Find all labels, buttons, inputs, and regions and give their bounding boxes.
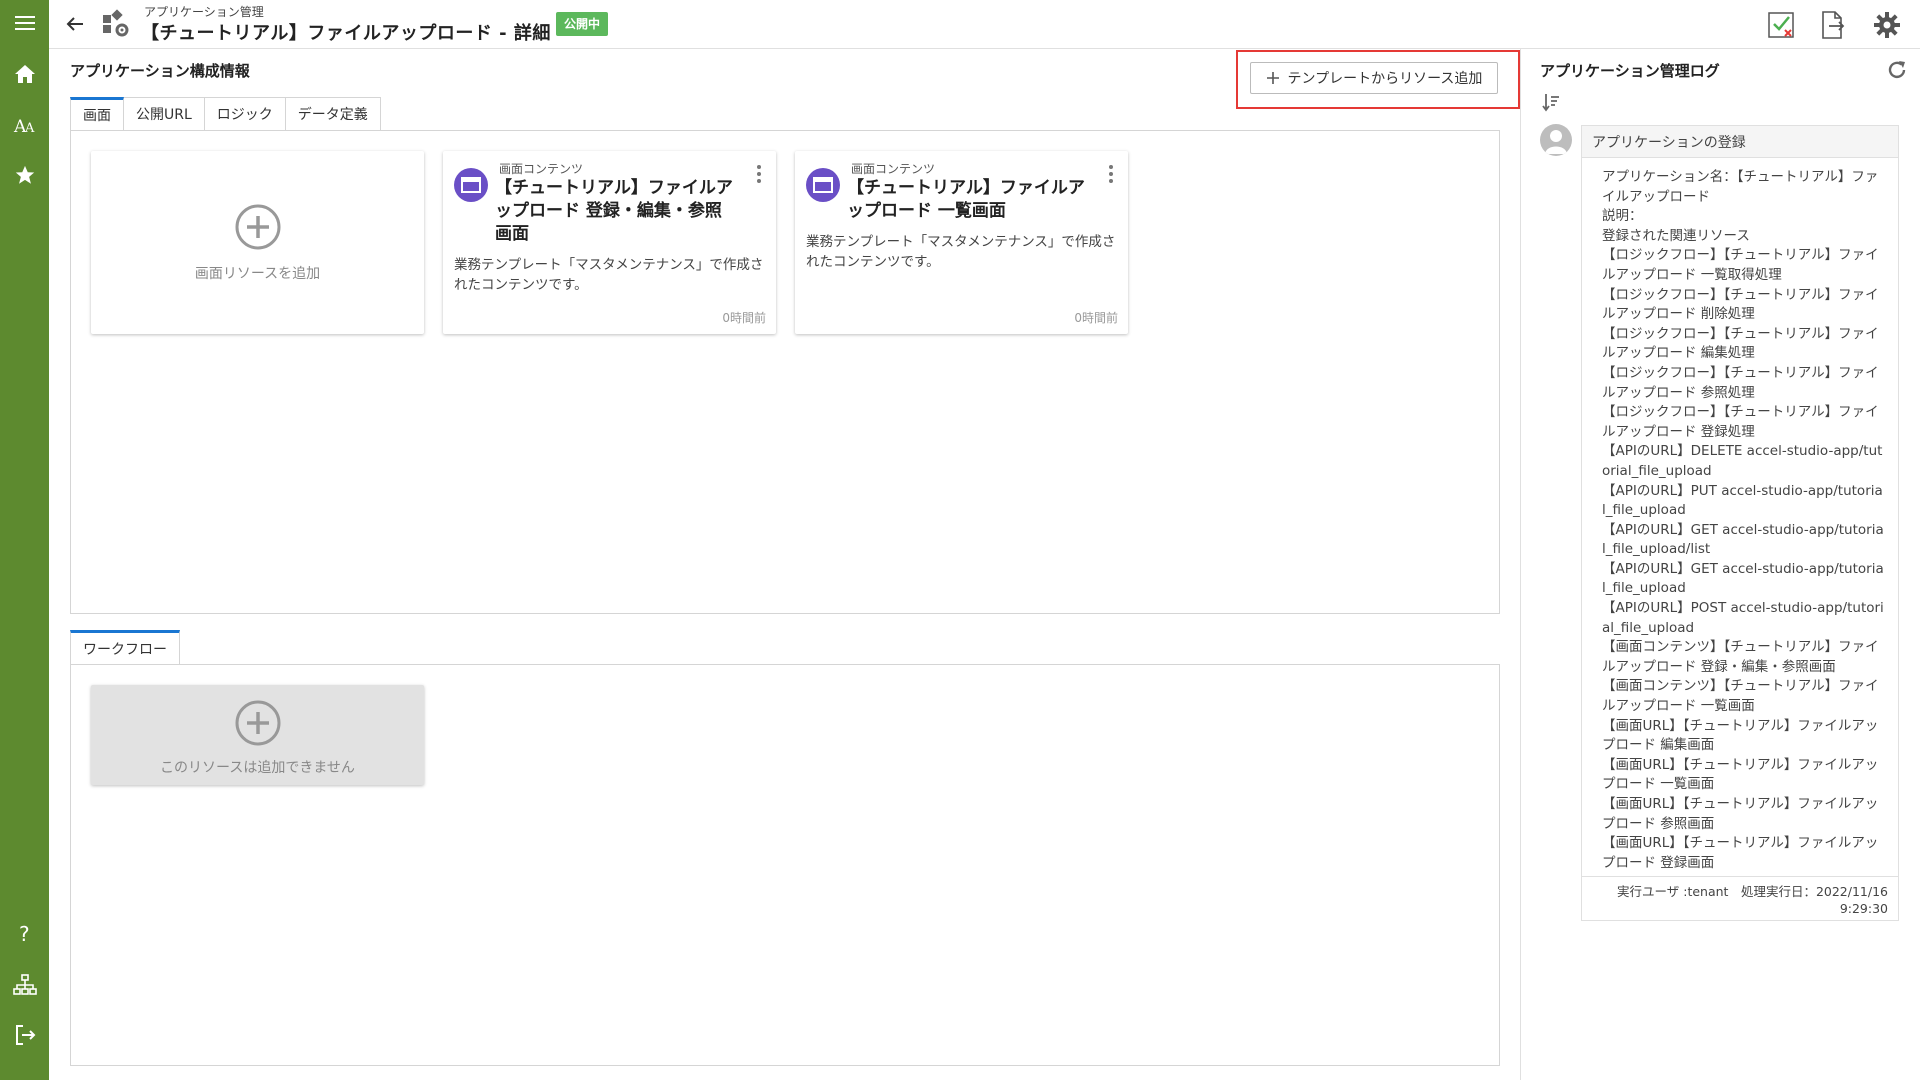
screen-content-card[interactable]: 画面コンテンツ 【チュートリアル】ファイルアップロード 登録・編集・参照画面 業… (443, 151, 776, 334)
log-line: 【ロジックフロー】【チュートリアル】ファイルアップロード 編集処理 (1602, 325, 1879, 362)
highlight-box (1236, 50, 1520, 109)
checklist-icon[interactable] (1764, 8, 1798, 42)
log-line: 【APIのURL】DELETE accel-studio-app/tutoria… (1602, 443, 1883, 479)
help-icon[interactable]: ? (0, 913, 49, 953)
add-screen-card[interactable]: 画面リソースを追加 (91, 151, 424, 334)
log-footer-time: 9:29:30 (1839, 901, 1888, 916)
log-line: 【APIのURL】GET accel-studio-app/tutorial_f… (1602, 560, 1884, 597)
log-line: 【画面URL】【チュートリアル】ファイルアップロード 登録画面 (1602, 835, 1879, 871)
log-line: アプリケーション名：【チュートリアル】ファイルアップロード (1602, 169, 1879, 205)
log-line: 【画面URL】【チュートリアル】ファイルアップロード 一覧画面 (1602, 756, 1879, 793)
section-title: アプリケーション構成情報 (70, 62, 250, 80)
card-title: 【チュートリアル】ファイルアップロード 登録・編集・参照画面 (495, 178, 733, 244)
left-nav: AA ? (0, 0, 49, 1080)
workflow-panel: このリソースは追加できません (70, 664, 1500, 1066)
tab-logic[interactable]: ロジック (204, 97, 286, 130)
resource-tabs: 画面 公開URL ロジック データ定義 (70, 97, 381, 130)
card-description: 業務テンプレート「マスタメンテナンス」で作成されたコンテンツです。 (806, 234, 1116, 270)
card-title: 【チュートリアル】ファイルアップロード 一覧画面 (847, 178, 1085, 221)
log-entry-body: アプリケーション名：【チュートリアル】ファイルアップロード 説明： 登録された関… (1582, 158, 1898, 879)
tab-screen[interactable]: 画面 (70, 97, 124, 130)
add-screen-label: 画面リソースを追加 (194, 266, 321, 282)
log-line: 【APIのURL】POST accel-studio-app/tutorial_… (1602, 600, 1884, 636)
menu-icon[interactable] (0, 3, 49, 43)
app-settings-icon (101, 9, 131, 39)
log-line: 【画面コンテンツ】【チュートリアル】ファイルアップロード 登録・編集・参照画面 (1602, 639, 1879, 675)
card-time: 0時間前 (1074, 311, 1118, 325)
log-entry-title: アプリケーションの登録 (1582, 126, 1898, 158)
log-line: 【ロジックフロー】【チュートリアル】ファイルアップロード 一覧取得処理 (1602, 247, 1879, 283)
more-options-icon[interactable] (754, 163, 764, 185)
add-workflow-card-disabled: このリソースは追加できません (91, 685, 424, 785)
log-line: 【画面URL】【チュートリアル】ファイルアップロード 編集画面 (1602, 717, 1879, 754)
svg-text:A: A (24, 121, 35, 135)
tab-workflow[interactable]: ワークフロー (70, 630, 180, 665)
tab-data-definition[interactable]: データ定義 (285, 97, 381, 130)
avatar (1540, 124, 1572, 156)
svg-text:?: ? (19, 922, 30, 944)
log-footer-user: 実行ユーザ :tenant 処理実行日：2022/11/16 (1617, 884, 1888, 899)
font-icon[interactable]: AA (0, 105, 49, 145)
log-line: 【APIのURL】GET accel-studio-app/tutorial_f… (1602, 521, 1884, 558)
page-header: アプリケーション管理 【チュートリアル】ファイルアップロード - 詳細 公開中 (49, 0, 1920, 49)
card-time: 0時間前 (722, 311, 766, 325)
screen-icon (454, 168, 488, 202)
log-line: 登録された関連リソース (1602, 227, 1750, 244)
refresh-icon[interactable] (1886, 59, 1908, 81)
log-line: 【APIのURL】PUT accel-studio-app/tutorial_f… (1602, 482, 1883, 519)
log-line: 説明： (1602, 208, 1643, 225)
log-entry: アプリケーションの登録 アプリケーション名：【チュートリアル】ファイルアップロー… (1581, 125, 1899, 921)
log-line: 【ロジックフロー】【チュートリアル】ファイルアップロード 登録処理 (1602, 404, 1879, 440)
page-title: 【チュートリアル】ファイルアップロード - 詳細 (141, 23, 551, 44)
log-line: 【画面コンテンツ】【チュートリアル】ファイルアップロード 一覧画面 (1602, 678, 1879, 715)
add-circle-icon (235, 700, 281, 746)
back-arrow-icon[interactable] (63, 12, 87, 36)
export-document-icon[interactable] (1816, 8, 1850, 42)
home-icon[interactable] (0, 54, 49, 94)
screen-content-card[interactable]: 画面コンテンツ 【チュートリアル】ファイルアップロード 一覧画面 業務テンプレー… (795, 151, 1128, 334)
log-title: アプリケーション管理ログ (1540, 62, 1720, 80)
workflow-disabled-label: このリソースは追加できません (160, 760, 355, 776)
breadcrumb[interactable]: アプリケーション管理 (144, 3, 264, 20)
star-icon[interactable] (0, 155, 49, 195)
more-options-icon[interactable] (1106, 163, 1116, 185)
log-line: 【ロジックフロー】【チュートリアル】ファイルアップロード 削除処理 (1602, 286, 1879, 323)
screen-icon (806, 168, 840, 202)
sort-icon[interactable] (1542, 92, 1560, 112)
card-type: 画面コンテンツ (851, 162, 936, 176)
screen-resources-panel: 画面リソースを追加 画面コンテンツ 【チュートリアル】ファイルアップロード 登録… (70, 130, 1500, 614)
app-log-panel: アプリケーション管理ログ アプリケーションの登録 アプリケーション名：【チュート… (1520, 49, 1920, 1080)
log-entry-footer: 実行ユーザ :tenant 処理実行日：2022/11/16 9:29:30 (1582, 876, 1898, 920)
gear-icon[interactable] (1870, 8, 1904, 42)
main-content: アプリケーション構成情報 テンプレートからリソース追加 画面 公開URL ロジッ… (49, 49, 1520, 1080)
card-type: 画面コンテンツ (499, 162, 584, 176)
card-description: 業務テンプレート「マスタメンテナンス」で作成されたコンテンツです。 (454, 257, 764, 293)
status-badge: 公開中 (556, 12, 609, 36)
log-line: 【ロジックフロー】【チュートリアル】ファイルアップロード 参照処理 (1602, 364, 1879, 401)
tab-public-url[interactable]: 公開URL (124, 97, 205, 130)
sitemap-icon[interactable] (0, 965, 49, 1005)
add-circle-icon (235, 204, 281, 250)
log-line: 【画面URL】【チュートリアル】ファイルアップロード 参照画面 (1602, 796, 1879, 832)
logout-icon[interactable] (0, 1015, 49, 1055)
